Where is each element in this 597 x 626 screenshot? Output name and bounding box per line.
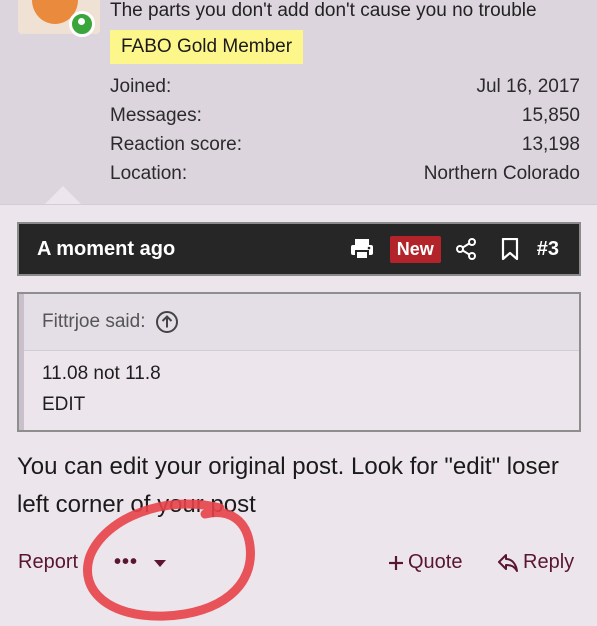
post-message-body: You can edit your original post. Look fo… — [17, 453, 559, 518]
stat-row-reaction-score: Reaction score: 13,198 — [110, 130, 580, 159]
post-number-link[interactable]: #3 — [537, 238, 559, 261]
quote-button[interactable]: Quote — [388, 551, 462, 574]
report-link[interactable]: Report — [18, 551, 78, 574]
post-timestamp[interactable]: A moment ago — [37, 238, 350, 261]
quote-line: 11.08 not 11.8 — [42, 363, 161, 384]
stat-value: Jul 16, 2017 — [476, 76, 580, 97]
new-badge: New — [389, 235, 441, 263]
quote-author[interactable]: Fittrjoe said: — [42, 311, 145, 333]
reply-button[interactable]: Reply — [497, 551, 574, 574]
user-stats: Joined: Jul 16, 2017 Messages: 15,850 Re… — [110, 72, 580, 188]
stat-label: Joined: — [110, 76, 172, 97]
quote-label: Quote — [408, 551, 463, 573]
stat-value: Northern Colorado — [423, 163, 580, 184]
quote-header: Fittrjoe said: — [24, 294, 579, 351]
plus-icon — [389, 555, 403, 570]
jump-to-quote-icon[interactable] — [155, 310, 179, 334]
stat-label: Reaction score: — [110, 134, 243, 155]
print-icon[interactable] — [350, 238, 374, 260]
quote-content: 11.08 not 11.8 EDIT — [42, 358, 161, 420]
stat-row-location: Location: Northern Colorado — [110, 159, 580, 188]
post-header-bar: A moment ago New #3 — [17, 222, 581, 276]
reply-label: Reply — [523, 551, 575, 573]
user-info-panel: The parts you don't add don't cause you … — [0, 0, 597, 205]
quote-block: Fittrjoe said: 11.08 not 11.8 EDIT — [17, 292, 581, 432]
stat-label: Location: — [110, 163, 188, 184]
bookmark-icon[interactable] — [501, 238, 519, 260]
more-options-button[interactable]: ••• — [114, 551, 167, 574]
member-banner: FABO Gold Member — [110, 30, 304, 64]
quote-line: EDIT — [42, 394, 86, 415]
stat-row-messages: Messages: 15,850 — [110, 101, 580, 130]
stat-row-joined: Joined: Jul 16, 2017 — [110, 72, 580, 101]
chevron-down-icon — [153, 560, 166, 567]
panel-pointer-arrow — [44, 186, 82, 205]
reply-arrow-icon — [498, 553, 518, 572]
panel-divider — [0, 204, 597, 205]
share-icon[interactable] — [455, 238, 477, 260]
stat-value[interactable]: 15,850 — [522, 101, 580, 130]
more-dots: ••• — [114, 551, 139, 573]
user-title: The parts you don't add don't cause you … — [110, 0, 537, 21]
online-status-icon — [69, 11, 95, 37]
stat-label: Messages: — [110, 105, 202, 126]
post-actions-bar: Report ••• Quote Reply — [0, 546, 597, 582]
stat-value: 13,198 — [521, 134, 580, 155]
